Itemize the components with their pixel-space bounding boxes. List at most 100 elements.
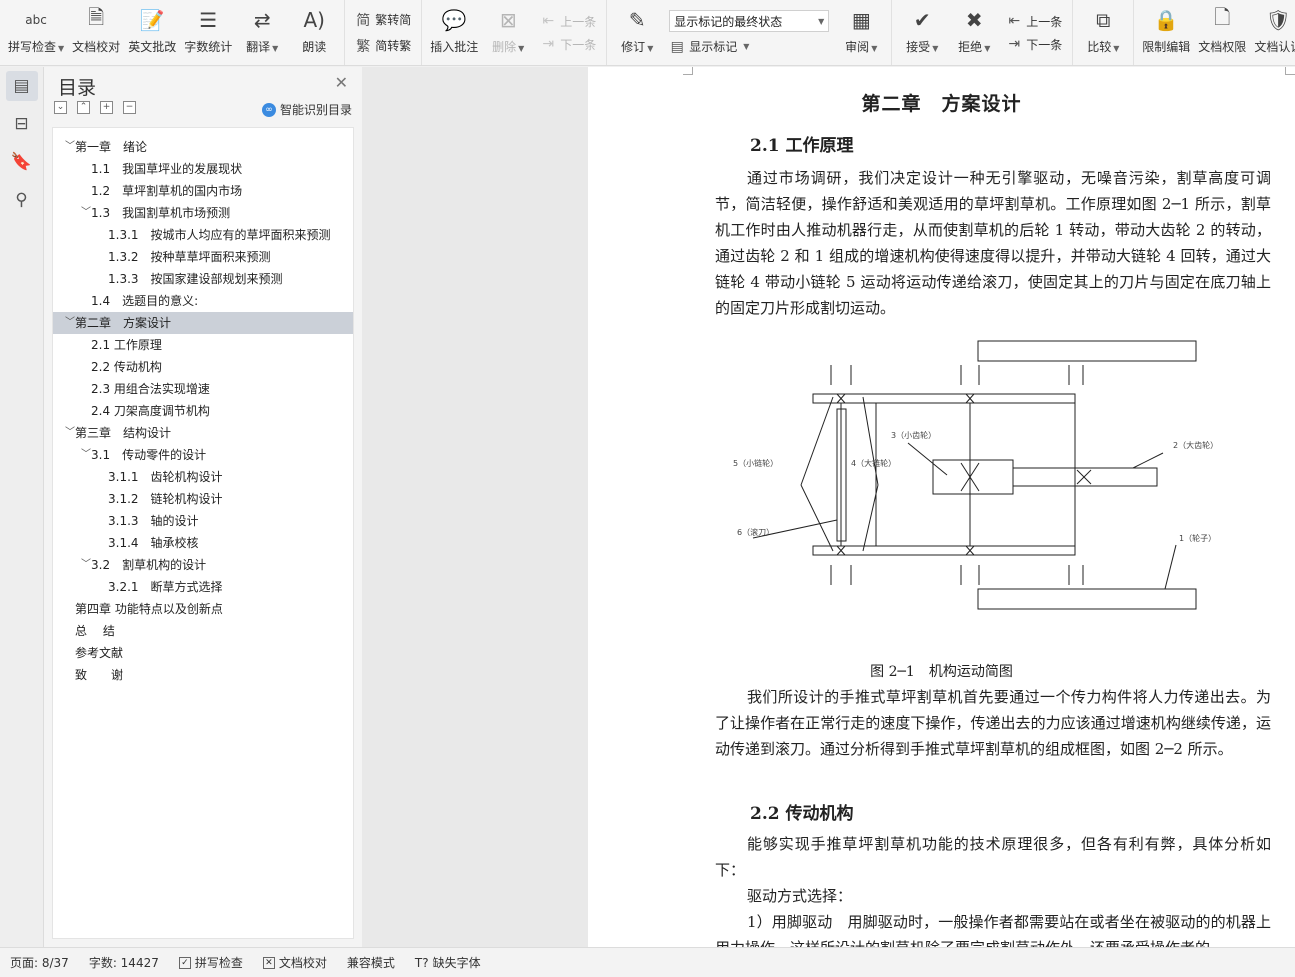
section-heading-2-1: 2.1 工作原理: [750, 136, 854, 156]
toc-item[interactable]: 3.2.1 断草方式选择: [53, 576, 353, 598]
toc-item[interactable]: 3.1.4 轴承校核: [53, 532, 353, 554]
toc-item[interactable]: 1.1 我国草坪业的发展现状: [53, 158, 353, 180]
chinese-convert-group: 简繁转简 繁简转繁: [345, 0, 423, 65]
toc-item[interactable]: ﹀ 第一章 绪论: [53, 136, 353, 158]
remove-item-icon[interactable]: −: [123, 101, 136, 114]
show-markup-icon: ▤: [670, 38, 684, 55]
restrict-edit-button[interactable]: 🔒 限制编辑: [1138, 0, 1194, 65]
prev-comment-button[interactable]: ⇤ 上一条: [540, 13, 596, 30]
toc-item[interactable]: 3.1.1 齿轮机构设计: [53, 466, 353, 488]
prev-comment-label: 上一条: [560, 14, 597, 29]
label-big-gear: 2（大齿轮）: [1173, 440, 1213, 450]
prev-change-button[interactable]: ⇤ 上一条: [1006, 13, 1062, 30]
doc-permission-button[interactable]: 🗋 文档权限: [1194, 0, 1250, 65]
toc-item[interactable]: 2.1 工作原理: [53, 334, 353, 356]
trad-to-simp-button[interactable]: 简繁转简: [355, 10, 411, 30]
read-aloud-button[interactable]: A) 朗读: [288, 0, 340, 65]
toc-item-label: 1.3.3 按国家建设部规划来预测: [108, 272, 283, 286]
word-count-indicator[interactable]: 字数: 14427: [79, 954, 169, 971]
bookmark-icon[interactable]: 🔖: [6, 147, 38, 177]
toc-item-label: 3.1.2 链轮机构设计: [108, 492, 223, 506]
track-changes-button[interactable]: ✎ 修订 ▼: [611, 0, 663, 65]
toc-item[interactable]: 参考文献: [53, 642, 353, 664]
english-review-button[interactable]: 📝 英文批改: [124, 0, 180, 65]
word-count-button[interactable]: ☰ 字数统计: [180, 0, 236, 65]
accept-icon: ✔: [913, 8, 931, 32]
add-item-icon[interactable]: +: [100, 101, 113, 114]
toc-item-label: 第三章 结构设计: [75, 426, 172, 440]
english-review-icon: 📝: [139, 8, 165, 32]
toc-item[interactable]: 3.1.2 链轮机构设计: [53, 488, 353, 510]
certify-icon: 🛡: [1265, 8, 1291, 32]
chevron-down-icon[interactable]: ﹀: [81, 444, 91, 466]
close-icon[interactable]: ✕: [335, 73, 348, 92]
figure-caption: 图 2─1 机构运动简图: [870, 664, 1013, 680]
expand-all-icon[interactable]: ⌄: [54, 101, 67, 114]
toc-item[interactable]: ﹀ 3.2 割草机构的设计: [53, 554, 353, 576]
search-icon[interactable]: ⚲: [6, 185, 38, 215]
toc-item[interactable]: 2.3 用组合法实现增速: [53, 378, 353, 400]
collapse-all-icon[interactable]: ⌃: [77, 101, 90, 114]
compare-button[interactable]: ⧉ 比较 ▼: [1077, 0, 1129, 65]
chevron-down-icon[interactable]: ﹀: [81, 554, 91, 576]
toc-item-label: 致 谢: [75, 668, 124, 682]
chevron-down-icon[interactable]: ﹀: [65, 136, 75, 158]
toc-item-label: 3.2.1 断草方式选择: [108, 580, 223, 594]
permission-icon: 🗋: [1214, 5, 1231, 29]
compat-mode[interactable]: 兼容模式: [337, 954, 405, 971]
toc-item-label: 1.3 我国割草机市场预测: [91, 206, 231, 220]
toc-item[interactable]: 1.3.3 按国家建设部规划来预测: [53, 268, 353, 290]
status-proofread[interactable]: ✕ 文档校对: [253, 954, 337, 971]
toc-item-label: 2.1 工作原理: [91, 338, 162, 352]
translate-label: 翻译: [246, 40, 271, 54]
paragraph-4: 驱动方式选择：: [747, 887, 853, 905]
next-change-button[interactable]: ⇥ 下一条: [1006, 36, 1062, 53]
show-markup-button[interactable]: ▤ 显示标记 ▼: [669, 38, 829, 55]
review-pane-button[interactable]: ▦ 审阅 ▼: [835, 0, 887, 65]
accept-button[interactable]: ✔ 接受 ▼: [896, 0, 948, 65]
toc-item[interactable]: 1.3.2 按种草草坪面积来预测: [53, 246, 353, 268]
markup-state-select[interactable]: 显示标记的最终状态 ▼: [669, 10, 830, 32]
lock-doc-icon: 🔒: [1153, 8, 1179, 32]
doc-proofread-button[interactable]: 🗎 文档校对: [68, 0, 124, 65]
show-markup-label: 显示标记: [689, 40, 738, 54]
toc-item[interactable]: 1.3.1 按城市人均应有的草坪面积来预测: [53, 224, 353, 246]
status-spell-check[interactable]: ✓ 拼写检查: [169, 954, 253, 971]
page-corner-mark: [1285, 67, 1295, 75]
chevron-down-icon[interactable]: ﹀: [65, 422, 75, 444]
toc-panel-icon[interactable]: ▤: [5, 71, 38, 101]
toc-item[interactable]: 3.1.3 轴的设计: [53, 510, 353, 532]
doc-certify-button[interactable]: 🛡 文档认证: [1250, 0, 1295, 65]
next-comment-button[interactable]: ⇥ 下一条: [540, 36, 596, 53]
toc-item[interactable]: 第四章 功能特点以及创新点: [53, 598, 353, 620]
chevron-down-icon[interactable]: ﹀: [81, 202, 91, 224]
toc-item[interactable]: 1.2 草坪割草机的国内市场: [53, 180, 353, 202]
page-indicator[interactable]: 页面: 8/37: [0, 954, 79, 971]
document-page[interactable]: 第二章 方案设计 2.1 工作原理 通过市场调研，我们决定设计一种无引擎驱动，无…: [588, 67, 1295, 947]
smart-toc-button[interactable]: ∞ 智能识别目录: [261, 101, 352, 118]
checkbox-icon: ✓: [178, 956, 191, 969]
chevron-down-icon[interactable]: ﹀: [65, 312, 75, 334]
simp-to-trad-button[interactable]: 繁简转繁: [355, 36, 411, 56]
toc-item[interactable]: 2.2 传动机构: [53, 356, 353, 378]
spell-check-button[interactable]: abc 拼写检查 ▼: [4, 0, 68, 65]
toc-item[interactable]: ﹀ 1.3 我国割草机市场预测: [53, 202, 353, 224]
insert-comment-button[interactable]: 💬 插入批注: [426, 0, 482, 65]
reject-button[interactable]: ✖ 拒绝 ▼: [948, 0, 1000, 65]
chapter-nav-icon[interactable]: ⊟: [6, 109, 38, 139]
reject-icon: ✖: [965, 8, 983, 32]
word-count-icon: ☰: [199, 8, 218, 32]
toc-item[interactable]: ﹀ 3.1 传动零件的设计: [53, 444, 353, 466]
toc-item[interactable]: ﹀ 第二章 方案设计: [53, 312, 353, 334]
toc-item[interactable]: 致 谢: [53, 664, 353, 686]
toc-item[interactable]: 总 结: [53, 620, 353, 642]
missing-font[interactable]: T? 缺失字体: [405, 954, 491, 971]
toc-item[interactable]: ﹀ 第三章 结构设计: [53, 422, 353, 444]
toc-item[interactable]: 1.4 选题目的意义:: [53, 290, 353, 312]
toc-item[interactable]: 2.4 刀架高度调节机构: [53, 400, 353, 422]
toc-item-label: 第一章 绪论: [75, 140, 148, 154]
review-label: 审阅: [845, 40, 870, 54]
delete-comment-button[interactable]: ⊠ 删除 ▼: [482, 0, 534, 65]
prev-icon: ⇤: [542, 13, 555, 29]
translate-button[interactable]: ⇄ 翻译 ▼: [236, 0, 288, 65]
